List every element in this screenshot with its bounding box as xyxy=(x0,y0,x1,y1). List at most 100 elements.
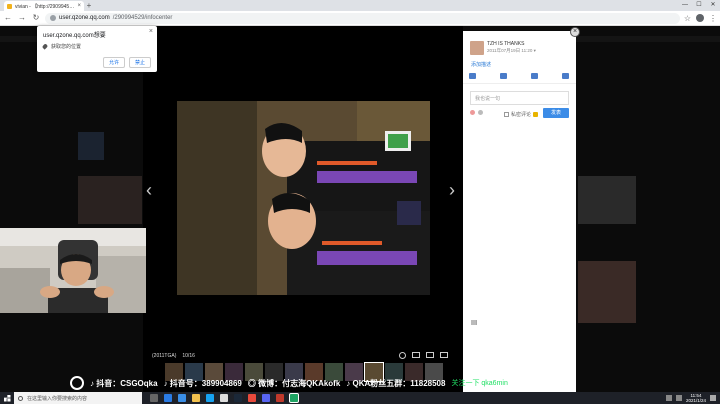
task-view-icon[interactable] xyxy=(150,394,158,402)
windows-logo-icon xyxy=(3,394,11,402)
tab-strip: vivian - 【http://290994529.q... × + — ☐ … xyxy=(0,0,720,11)
mention-icon[interactable] xyxy=(478,110,483,115)
fan-group: ♪ QKA粉丝五群：11828508 xyxy=(346,378,446,388)
permission-host: user.qzone.qq.com想要 xyxy=(43,33,106,39)
site-info-icon[interactable] xyxy=(50,15,56,21)
photo-caption: (2011TGA) 10/16 xyxy=(152,353,195,359)
minimize-button[interactable]: — xyxy=(678,0,692,10)
allow-button[interactable]: 允许 xyxy=(102,57,125,68)
maximize-button[interactable]: ☐ xyxy=(692,0,706,10)
new-tab-button[interactable]: + xyxy=(84,1,94,11)
add-description-link[interactable]: 添加描述 xyxy=(471,61,491,68)
rotate-icon[interactable] xyxy=(399,352,406,359)
location-permission-popup: user.qzone.qq.com想要 × 获取您的位置 允许 禁止 xyxy=(37,26,157,72)
profile-avatar-icon[interactable] xyxy=(696,14,704,22)
location-pin-icon xyxy=(41,43,49,50)
viewer-controls xyxy=(399,352,448,359)
dimmed-thumbnail xyxy=(78,132,104,160)
photo-counter: 10/16 xyxy=(182,353,195,359)
forward-button[interactable]: → xyxy=(17,12,27,24)
permission-request-text: 获取您的位置 xyxy=(51,44,82,50)
share-icon[interactable] xyxy=(531,73,538,79)
edge-icon[interactable] xyxy=(164,394,172,402)
slideshow-icon[interactable] xyxy=(440,352,448,358)
fullscreen-icon[interactable] xyxy=(426,352,434,358)
volume-icon[interactable] xyxy=(675,395,682,401)
file-explorer-icon[interactable] xyxy=(192,394,200,402)
comment-tools xyxy=(470,110,483,115)
douyin-id: ♪ 抖音号：389904869 xyxy=(163,378,242,388)
chrome-icon[interactable] xyxy=(289,393,299,403)
mail-icon[interactable] xyxy=(178,394,186,402)
previous-photo-button[interactable]: ‹ xyxy=(146,180,152,200)
clock-date: 2021/1/24 xyxy=(685,398,706,403)
taskbar-search-placeholder: 在这里输入你要搜索的内容 xyxy=(27,395,88,402)
start-button[interactable] xyxy=(0,392,14,404)
photo-info-panel: TZH IS THANKS 2011年07月19日 11:20 ▾ 添加描述 我… xyxy=(463,31,576,392)
private-label: 私密评论 xyxy=(511,112,532,118)
address-bar[interactable]: user.qzone.qq.com/290994529/infocenter xyxy=(45,12,680,24)
permission-close-icon[interactable]: × xyxy=(149,28,153,35)
block-button[interactable]: 禁止 xyxy=(128,57,151,68)
comment-icon[interactable] xyxy=(500,73,507,79)
reload-button[interactable]: ↻ xyxy=(31,12,41,24)
webcam-overlay xyxy=(0,228,146,313)
like-icon[interactable] xyxy=(469,73,476,79)
tab-close-icon[interactable]: × xyxy=(77,3,81,9)
close-viewer-button[interactable]: × xyxy=(570,27,580,37)
divider xyxy=(463,83,576,84)
taskbar-clock[interactable]: 11:54 2021/1/24 xyxy=(686,393,706,403)
comment-placeholder: 我也说一句 xyxy=(475,95,501,102)
private-checkbox[interactable] xyxy=(504,112,509,117)
douyin-account: ♪ 抖音：CSGOqka xyxy=(90,378,158,388)
steam-icon[interactable] xyxy=(234,394,242,402)
dimmed-photo xyxy=(578,261,636,323)
more-icon[interactable] xyxy=(562,73,569,79)
taskbar-search[interactable]: 在这里输入你要搜索的内容 xyxy=(14,392,142,404)
streamer-logo-icon xyxy=(70,376,84,390)
dimmed-photo xyxy=(78,176,142,224)
stream-banner: ♪ 抖音：CSGOqka ♪ 抖音号：389904869 ◎ 微博：付志海QKA… xyxy=(70,374,720,392)
app-icon[interactable] xyxy=(262,394,270,402)
comment-input[interactable]: 我也说一句 xyxy=(470,91,569,325)
private-comment-option[interactable]: 私密评论 xyxy=(504,111,539,118)
next-photo-button[interactable]: › xyxy=(449,180,455,200)
dimmed-photo xyxy=(578,176,636,224)
windows-taskbar: 在这里输入你要搜索的内容 11:54 2021/1/24 xyxy=(0,392,720,404)
fit-icon[interactable] xyxy=(412,352,420,358)
expand-icon[interactable] xyxy=(471,320,476,325)
back-button[interactable]: ← xyxy=(3,12,13,24)
send-comment-button[interactable]: 发表 xyxy=(543,108,569,118)
group-photo xyxy=(177,101,430,295)
weibo-account: ◎ 微博：付志海QKAkofk xyxy=(247,378,341,388)
system-tray: 11:54 2021/1/24 xyxy=(665,392,716,404)
action-bar xyxy=(469,73,569,79)
follow-reminder: 关注一下 qka6min xyxy=(451,380,508,387)
browser-menu-icon[interactable]: ⋮ xyxy=(709,14,717,23)
url-path: /290994529/infocenter xyxy=(112,15,173,21)
window-controls: — ☐ ✕ xyxy=(678,0,720,10)
user-avatar[interactable] xyxy=(470,41,484,55)
upload-date: 2011年07月19日 11:20 ▾ xyxy=(487,48,536,53)
vip-lock-icon xyxy=(533,112,539,117)
emoji-icon[interactable] xyxy=(470,110,475,115)
bookmark-star-icon[interactable]: ☆ xyxy=(684,14,691,23)
pinned-apps xyxy=(150,393,299,403)
network-icon[interactable] xyxy=(665,395,672,401)
app-icon[interactable] xyxy=(248,394,256,402)
browser-toolbar: ← → ↻ user.qzone.qq.com/290994529/infoce… xyxy=(0,11,720,26)
search-icon xyxy=(18,395,23,401)
album-name: (2011TGA) xyxy=(152,353,177,359)
tab-title: vivian - 【http://290994529.q... xyxy=(15,3,74,10)
browser-tab[interactable]: vivian - 【http://290994529.q... × xyxy=(4,1,84,11)
app-icon[interactable] xyxy=(220,394,228,402)
store-icon[interactable] xyxy=(206,394,214,402)
user-name[interactable]: TZH IS THANKS xyxy=(487,41,524,47)
screen: vivian - 【http://290994529.q... × + — ☐ … xyxy=(0,0,720,404)
notification-icon[interactable] xyxy=(710,395,716,401)
qzone-favicon-icon xyxy=(7,3,12,9)
permission-request: 获取您的位置 xyxy=(41,43,151,50)
app-icon[interactable] xyxy=(276,394,284,402)
window-close-button[interactable]: ✕ xyxy=(706,0,720,10)
url-host: user.qzone.qq.com xyxy=(59,15,110,21)
